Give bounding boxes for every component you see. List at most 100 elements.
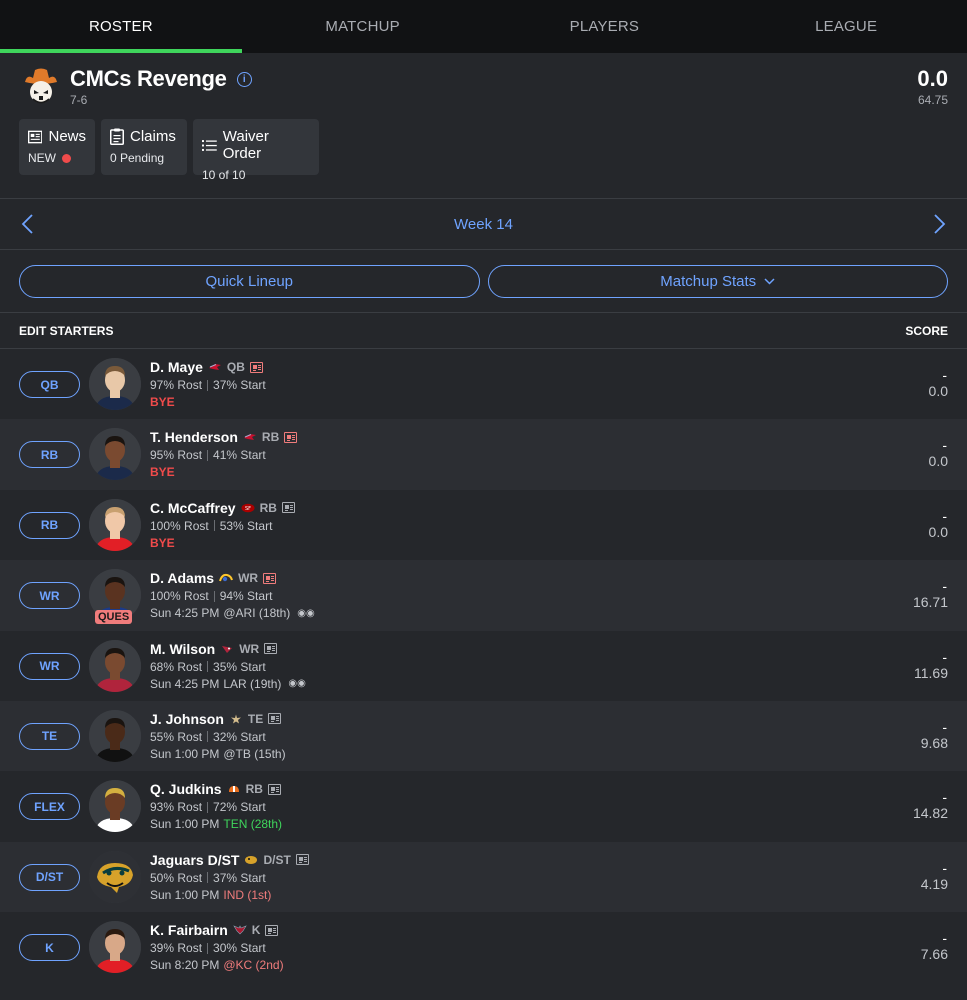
player-name[interactable]: T. Henderson [150, 429, 238, 445]
chevron-left-icon[interactable] [18, 213, 38, 235]
player-avatar[interactable] [89, 428, 141, 481]
lineup-slot-button[interactable]: QB [19, 371, 80, 398]
player-info: D. Adams WR 100% Rost 94% Start Sun 4:25 PM @… [150, 570, 315, 620]
news-card-title: News [48, 128, 86, 145]
player-avatar[interactable] [89, 639, 141, 692]
lineup-slot-button[interactable]: WR [19, 582, 80, 610]
rostered-pct: 93% Rost [150, 800, 203, 815]
team-logo-icon [243, 434, 256, 441]
rostered-pct: 39% Rost [150, 941, 203, 956]
roster-row: RB T. Henderson RB 95% Rost 41% Start BYE -0.0 [0, 419, 967, 490]
player-name[interactable]: K. Fairbairn [150, 922, 228, 938]
started-pct: 37% Start [213, 870, 266, 885]
news-icon[interactable] [268, 713, 282, 725]
lineup-slot-button[interactable]: TE [19, 722, 80, 750]
tab-league[interactable]: LEAGUE [725, 0, 967, 53]
player-position: QB [226, 360, 245, 374]
claims-card[interactable]: Claims 0 Pending [101, 119, 187, 175]
started-pct: 37% Start [213, 378, 266, 392]
edit-starters-label[interactable]: EDIT STARTERS [19, 324, 113, 338]
player-position: WR [239, 641, 260, 656]
team-logo-icon [228, 786, 239, 793]
news-icon[interactable] [264, 643, 278, 655]
lineup-slot-button[interactable]: WR [19, 652, 80, 680]
player-avatar[interactable] [89, 921, 141, 974]
actual-score: - [942, 367, 947, 383]
score-column-label: SCORE [905, 324, 948, 338]
waiver-order-card[interactable]: Waiver Order 10 of 10 [193, 119, 319, 182]
tab-roster[interactable]: ROSTER [0, 0, 242, 53]
claims-card-title: Claims [130, 128, 176, 145]
news-icon[interactable] [284, 431, 298, 443]
game-time: Sun 1:00 PM [150, 746, 220, 761]
lineup-slot-button[interactable]: K [19, 934, 80, 962]
newspaper-icon [28, 130, 43, 143]
chevron-right-icon[interactable] [929, 213, 949, 235]
rostered-pct: 95% Rost [150, 448, 203, 463]
divider [207, 449, 209, 461]
player-position: D/ST [263, 852, 291, 867]
news-card[interactable]: News NEW [19, 119, 95, 175]
waiver-card-title: Waiver Order [222, 128, 269, 162]
roster-row: FLEX Q. Judkins RB 93% Rost 72% Start Sun 1:0… [0, 771, 967, 841]
news-icon[interactable] [263, 572, 277, 584]
started-pct: 53% Start [219, 518, 273, 533]
quick-lineup-button[interactable]: Quick Lineup [19, 265, 480, 298]
team-logo-icon: SF [241, 503, 255, 513]
player-headshot-icon [89, 428, 141, 481]
player-info: M. Wilson WR 68% Rost 35% Start Sun 4:25 PM L… [150, 641, 306, 691]
actual-score: - [942, 859, 947, 876]
info-icon[interactable]: i [236, 71, 252, 87]
news-icon[interactable] [281, 502, 295, 514]
player-name[interactable]: C. McCaffrey [150, 500, 236, 516]
player-name[interactable]: D. Maye [150, 359, 203, 375]
opponent: IND (1st) [223, 887, 272, 902]
roster-row: WR M. Wilson WR 68% Rost 35% Start Sun 4:25 P… [0, 631, 967, 701]
game-time: Sun 4:25 PM [150, 606, 220, 621]
game-time: Sun 1:00 PM [150, 887, 220, 902]
started-pct: 94% Start [219, 589, 273, 604]
news-icon[interactable] [295, 854, 309, 866]
player-avatar[interactable] [89, 709, 141, 762]
player-name[interactable]: Jaguars D/ST [150, 852, 239, 868]
roster-row: RB C. McCaffrey SF RB 100% Rost 53% Start BYE -… [0, 490, 967, 560]
player-avatar[interactable] [89, 850, 141, 903]
opponent: TEN (28th) [223, 817, 283, 832]
tab-matchup[interactable]: MATCHUP [242, 0, 484, 53]
team-logo-icon [233, 925, 247, 935]
news-icon[interactable] [249, 361, 263, 373]
team-name[interactable]: CMCs Revenge i [70, 66, 252, 92]
player-name[interactable]: Q. Judkins [150, 781, 222, 797]
watch-icon[interactable]: ◉◉ [297, 608, 314, 619]
rostered-pct: 97% Rost [150, 378, 203, 392]
projected-score: 0.0 [928, 453, 948, 470]
player-name[interactable]: J. Johnson [150, 711, 224, 727]
player-name[interactable]: D. Adams [150, 570, 214, 586]
projected-score: 0.0 [928, 523, 948, 540]
divider [207, 942, 209, 954]
chevron-down-icon [764, 278, 775, 285]
player-headshot-icon [89, 639, 141, 692]
news-icon[interactable] [265, 924, 279, 936]
lineup-slot-button[interactable]: D/ST [19, 863, 80, 891]
lineup-slot-button[interactable]: RB [19, 511, 80, 539]
jaguar-logo-icon [89, 850, 141, 903]
started-pct: 32% Start [213, 729, 266, 744]
matchup-stats-button[interactable]: Matchup Stats [487, 265, 948, 298]
player-info: J. Johnson TE 55% Rost 32% Start Sun 1:00 PM… [150, 711, 286, 761]
player-avatar[interactable] [89, 358, 141, 410]
watch-icon[interactable]: ◉◉ [288, 678, 305, 689]
divider [207, 379, 209, 391]
projected-score: 14.82 [912, 805, 948, 822]
news-icon[interactable] [267, 783, 281, 795]
divider [213, 520, 215, 532]
lineup-slot-button[interactable]: FLEX [19, 793, 80, 821]
week-label[interactable]: Week 14 [454, 216, 513, 233]
lineup-slot-button[interactable]: RB [19, 441, 80, 469]
team-score: 0.0 [917, 66, 948, 91]
player-info: T. Henderson RB 95% Rost 41% Start BYE [150, 429, 298, 479]
player-avatar[interactable] [89, 498, 141, 551]
tab-players[interactable]: PLAYERS [484, 0, 726, 53]
player-avatar[interactable] [89, 780, 141, 833]
player-name[interactable]: M. Wilson [150, 641, 215, 657]
